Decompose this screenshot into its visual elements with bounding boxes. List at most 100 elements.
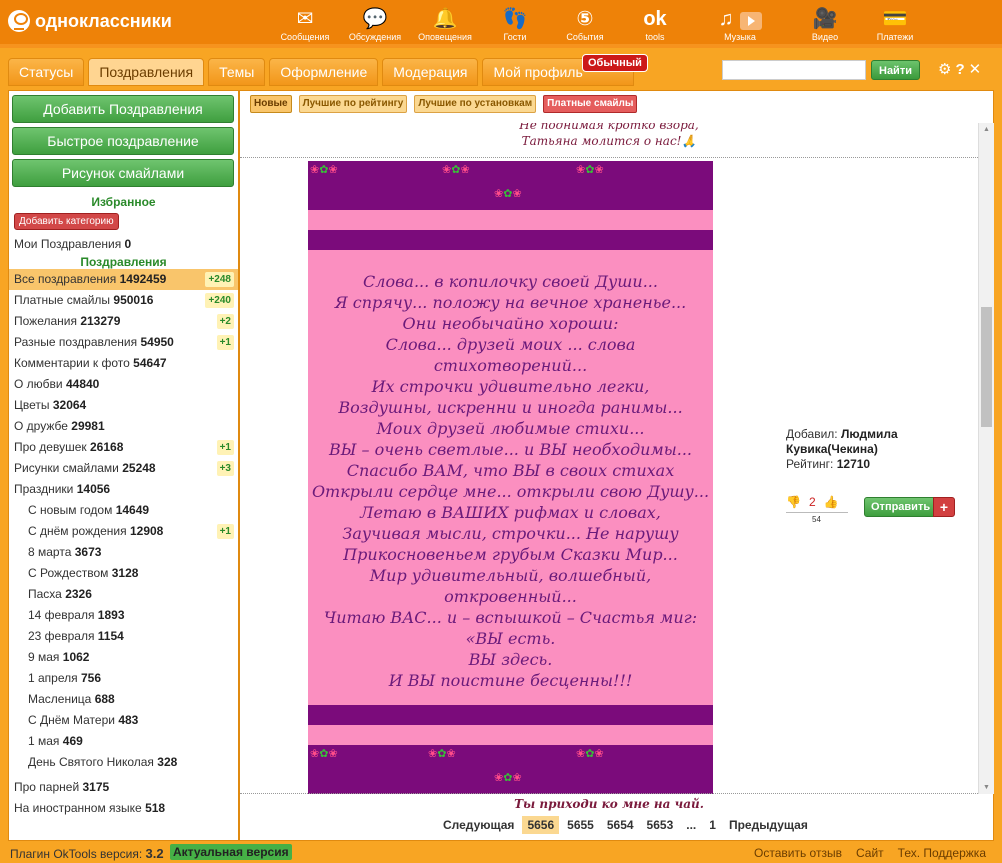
scroll-up-icon[interactable]: ▲ bbox=[983, 126, 990, 133]
scroll-down-icon[interactable]: ▼ bbox=[983, 784, 990, 791]
scrollbar-thumb[interactable] bbox=[981, 307, 992, 427]
tab-0[interactable]: Статусы bbox=[8, 58, 85, 86]
sidebar-category-item[interactable]: Про парней 3175 bbox=[9, 777, 238, 798]
sidebar-category-item[interactable]: Разные поздравления 54950 +1 bbox=[9, 332, 238, 353]
new-count-badge: +3 bbox=[216, 461, 234, 476]
vote-bar bbox=[786, 512, 848, 513]
main-content: Новые Лучшие по рейтингу Лучшие по установ… bbox=[239, 90, 994, 841]
add-category-button[interactable]: Добавить категорию bbox=[14, 213, 119, 230]
sidebar-category-item[interactable]: С Рождеством 3128 bbox=[9, 563, 238, 584]
poem-line: откровенный... bbox=[444, 587, 577, 606]
feedback-link[interactable]: Оставить отзыв bbox=[754, 846, 842, 860]
sidebar-category-item[interactable]: Праздники 14056 bbox=[9, 479, 238, 500]
poem-line: Мир удивительный, волшебный, bbox=[369, 566, 652, 585]
new-count-badge: +2 bbox=[216, 314, 234, 329]
thumbs-down-icon[interactable]: 👎 bbox=[786, 495, 801, 509]
help-icon[interactable]: ? bbox=[955, 61, 968, 78]
sidebar-category-item[interactable]: День Святого Николая 328 bbox=[9, 752, 238, 773]
category-count: 518 bbox=[145, 801, 166, 815]
page-link[interactable]: 5654 bbox=[602, 816, 639, 834]
sidebar-category-item[interactable]: 23 февраля 1154 bbox=[9, 626, 238, 647]
logo-text: одноклассники bbox=[35, 10, 172, 31]
prev-page-link[interactable]: Предыдущая bbox=[724, 816, 813, 834]
topnav-item[interactable]: ok tools bbox=[620, 0, 690, 44]
category-label: 1 мая bbox=[28, 734, 60, 748]
site-logo[interactable]: одноклассники bbox=[8, 10, 172, 32]
category-count: 756 bbox=[80, 671, 102, 685]
sidebar-category-item[interactable]: Пожелания 213279 +2 bbox=[9, 311, 238, 332]
sidebar-category-item[interactable]: 8 марта 3673 bbox=[9, 542, 238, 563]
topnav-item[interactable]: ⑤ События bbox=[550, 0, 620, 44]
topnav-item[interactable]: 💳 Платежи bbox=[860, 0, 930, 44]
congrats-section-title: Поздравления bbox=[80, 255, 167, 269]
search-button[interactable]: Найти bbox=[871, 60, 920, 80]
sidebar-category-item[interactable]: С новым годом 14649 bbox=[9, 500, 238, 521]
page-link[interactable]: 5655 bbox=[562, 816, 599, 834]
page-link[interactable]: 5656 bbox=[522, 816, 560, 834]
ok-logo-icon: ok bbox=[643, 8, 667, 30]
filter-button[interactable]: Новые bbox=[250, 95, 292, 113]
poem-line: Их строчки удивительно легки, bbox=[371, 377, 650, 396]
topnav-item[interactable]: 🎥 Видео bbox=[790, 0, 860, 44]
sidebar-category-item[interactable]: Рисунки смайлами 25248 +3 bbox=[9, 458, 238, 479]
category-label: На иностранном языке bbox=[14, 801, 142, 815]
sidebar-category-item[interactable]: 1 апреля 756 bbox=[9, 668, 238, 689]
sidebar-category-item[interactable]: Пасха 2326 bbox=[9, 584, 238, 605]
support-link[interactable]: Тех. Поддержка bbox=[898, 846, 986, 860]
topnav-item[interactable]: ✉ Сообщения bbox=[270, 0, 340, 44]
sidebar-category-item[interactable]: О дружбе 29981 bbox=[9, 416, 238, 437]
sidebar-category-item[interactable]: С днём рождения 12908 +1 bbox=[9, 521, 238, 542]
add-to-favorites-button[interactable]: + bbox=[933, 497, 955, 517]
category-label: 23 февраля bbox=[28, 629, 95, 643]
rose-icon: ❀✿❀ bbox=[576, 164, 604, 176]
congrats-card-image[interactable]: ❀✿❀ ❀✿❀ ❀✿❀ ❀✿❀ Слова... в копилочку сво… bbox=[308, 161, 713, 794]
oktools-window: Статусы Поздравления Темы Оформление Модерац… bbox=[0, 46, 1002, 863]
gear-icon[interactable]: ⚙ bbox=[938, 61, 955, 78]
rose-icon: ❀✿❀ bbox=[310, 748, 338, 760]
feed-scroll-area[interactable]: Не поднимая кротко взора, Татьяна молитс… bbox=[240, 123, 978, 794]
page-link[interactable]: 1 bbox=[704, 816, 721, 834]
next-page-link[interactable]: Следующая bbox=[438, 816, 519, 834]
tab-3[interactable]: Оформление bbox=[269, 58, 379, 86]
search-input[interactable] bbox=[722, 60, 866, 80]
my-congrats-item[interactable]: Мои Поздравления 0 bbox=[9, 234, 238, 255]
sidebar-category-item[interactable]: Про девушек 26168 +1 bbox=[9, 437, 238, 458]
add-congrats-button[interactable]: Добавить Поздравления bbox=[12, 95, 234, 123]
topnav-item[interactable]: 👣 Гости bbox=[480, 0, 550, 44]
tab-4[interactable]: Модерация bbox=[382, 58, 479, 86]
author-line: Добавил: Людмила Кувика(Чекина) bbox=[786, 427, 916, 457]
previous-post-line: Не поднимая кротко взора, bbox=[519, 123, 699, 132]
thumbs-up-icon[interactable]: 👍 bbox=[824, 495, 839, 509]
topnav-label: Сообщения bbox=[280, 32, 330, 42]
send-button[interactable]: Отправить bbox=[864, 497, 938, 517]
sidebar-category-item[interactable]: 9 мая 1062 bbox=[9, 647, 238, 668]
sidebar-category-item[interactable]: На иностранном языке 518 bbox=[9, 798, 238, 819]
filter-button[interactable]: Лучшие по установкам bbox=[414, 95, 537, 113]
poem-line: Прикосновеньем грубым Сказки Мир... bbox=[343, 545, 678, 564]
tab-1[interactable]: Поздравления bbox=[88, 58, 205, 86]
filter-button[interactable]: Лучшие по рейтингу bbox=[298, 95, 408, 113]
sidebar-category-item[interactable]: Все поздравления 1492459 +248 bbox=[9, 269, 238, 290]
topnav-item[interactable]: ♫ Музыка bbox=[690, 0, 790, 44]
sidebar-category-item[interactable]: Цветы 32064 bbox=[9, 395, 238, 416]
sidebar-category-item[interactable]: 14 февраля 1893 bbox=[9, 605, 238, 626]
sidebar-category-item[interactable]: С Днём Матери 483 bbox=[9, 710, 238, 731]
music-note-icon: ♫ bbox=[718, 8, 734, 30]
site-link[interactable]: Сайт bbox=[856, 846, 884, 860]
sidebar-category-item[interactable]: О любви 44840 bbox=[9, 374, 238, 395]
scrollbar[interactable]: ▲ ▼ bbox=[978, 123, 994, 794]
tab-2[interactable]: Темы bbox=[208, 58, 266, 86]
topnav-item[interactable]: 💬 Обсуждения bbox=[340, 0, 410, 44]
topnav-item[interactable]: 🔔 Оповещения bbox=[410, 0, 480, 44]
quick-congrats-button[interactable]: Быстрое поздравление bbox=[12, 127, 234, 155]
close-icon[interactable]: ✕ bbox=[969, 61, 986, 78]
page-link[interactable]: 5653 bbox=[642, 816, 679, 834]
sidebar-category-item[interactable]: Платные смайлы 950016 +240 bbox=[9, 290, 238, 311]
sidebar-category-item[interactable]: Комментарии к фото 54647 bbox=[9, 353, 238, 374]
sidebar-category-item[interactable]: Масленица 688 bbox=[9, 689, 238, 710]
smiley-drawing-button[interactable]: Рисунок смайлами bbox=[12, 159, 234, 187]
page-link[interactable]: ... bbox=[681, 816, 701, 834]
filter-button[interactable]: Платные смайлы bbox=[543, 95, 638, 113]
sidebar-category-item[interactable]: 1 мая 469 bbox=[9, 731, 238, 752]
play-icon[interactable] bbox=[739, 11, 762, 30]
